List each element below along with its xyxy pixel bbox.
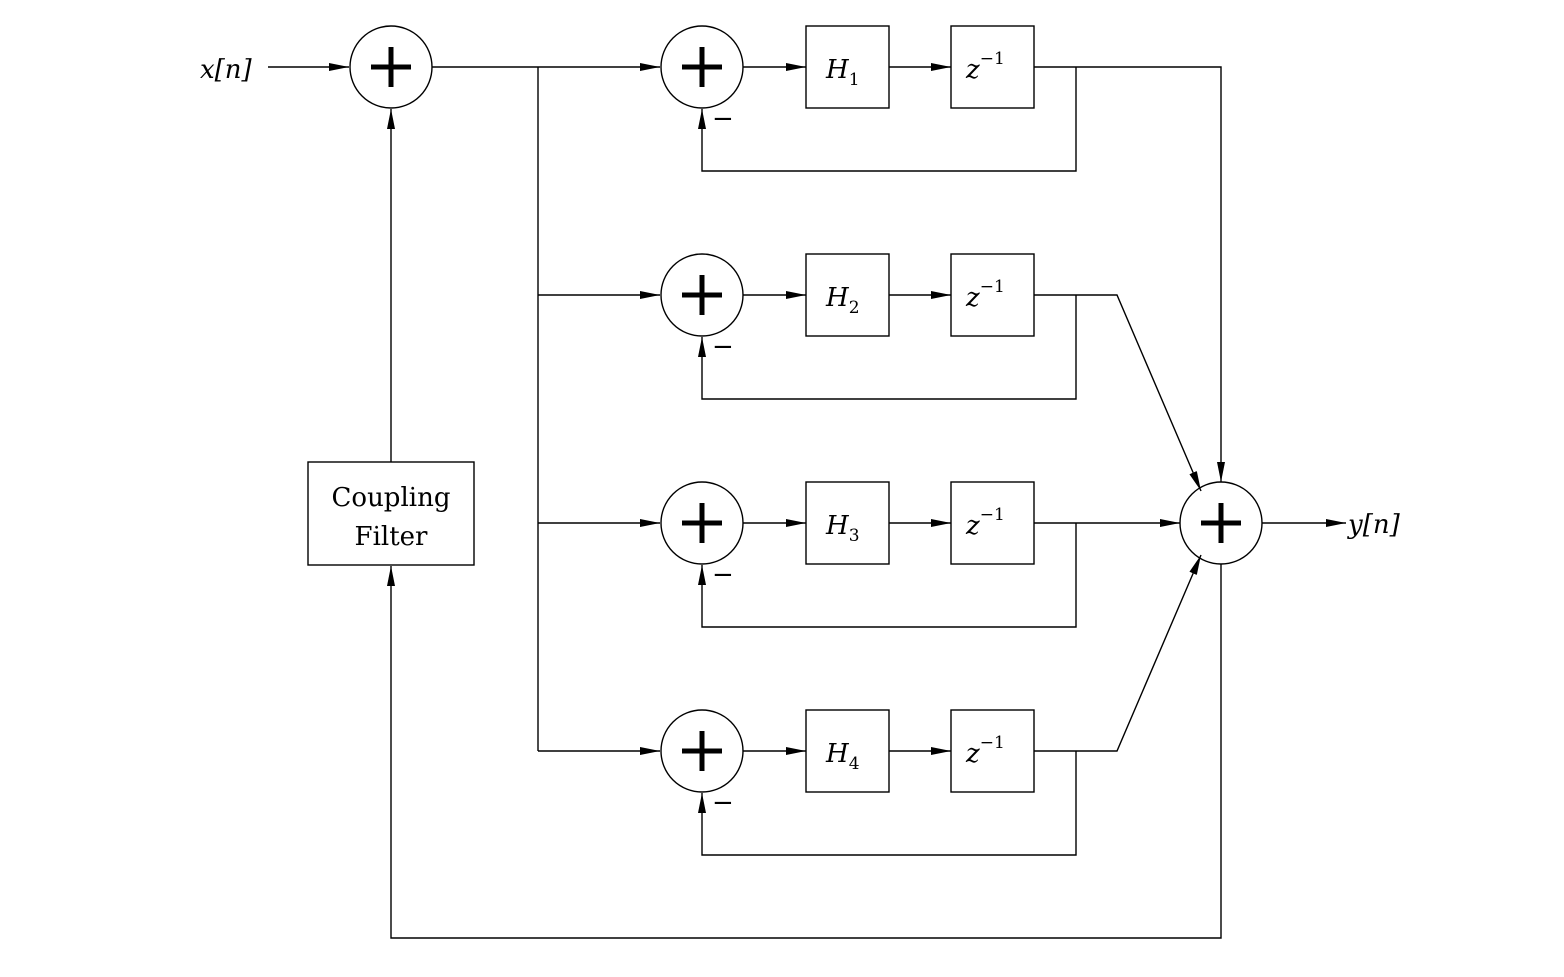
delay-block: z−1 [950, 253, 1035, 337]
branch-summer [660, 25, 744, 109]
filter-block-h3: H3 [805, 481, 890, 565]
branch-4-to-output [1076, 554, 1202, 752]
filter-block-h2: H2 [805, 253, 890, 337]
coupling-filter-line1: Coupling [332, 483, 451, 513]
branch-2-to-output [1076, 294, 1202, 492]
branch-3: H3 z−1 − [538, 481, 1077, 628]
minus-sign: − [712, 560, 734, 590]
branch-summer [660, 481, 744, 565]
filter-block-h1: H1 [805, 25, 890, 109]
delay-block: z−1 [950, 481, 1035, 565]
minus-sign: − [712, 788, 734, 818]
input-label: x[n] [200, 55, 253, 85]
input-summer [349, 25, 433, 109]
branch-4: H4 z−1 − [538, 709, 1077, 856]
coupling-filter-block: Coupling Filter [307, 461, 475, 566]
minus-sign: − [712, 332, 734, 362]
branch-2: H2 z−1 − [538, 253, 1077, 400]
minus-sign: − [712, 104, 734, 134]
coupling-filter-line2: Filter [355, 522, 429, 552]
output-summer [1179, 481, 1263, 565]
branch-1-to-output [1076, 66, 1225, 482]
filter-block-h4: H4 [805, 709, 890, 793]
delay-block: z−1 [950, 709, 1035, 793]
block-diagram: x[n] H1 z−1 − H2 z−1 − H3 z−1 − H4 z−1 − y[n] Coupl… [200, 25, 1401, 939]
output-label: y[n] [1347, 510, 1401, 540]
branch-summer [660, 709, 744, 793]
branch-1: H1 z−1 − [538, 25, 1077, 172]
branch-summer [660, 253, 744, 337]
delay-block: z−1 [950, 25, 1035, 109]
